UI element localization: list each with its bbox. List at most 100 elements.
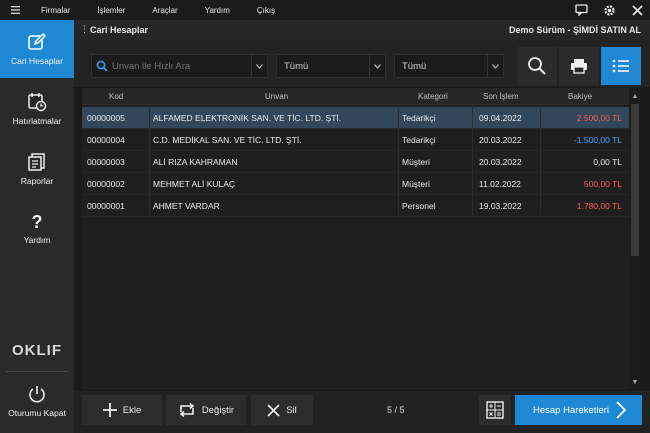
filter-select-2-dropdown[interactable] (487, 55, 503, 77)
sidebar-item-label: Raporlar (20, 176, 54, 186)
cell-kod: 00000001 (87, 201, 125, 211)
cell-unvan: AHMET VARDAR (153, 201, 220, 211)
column-header-unvan[interactable]: Unvan (265, 92, 288, 101)
cell-kategori: Müşteri (402, 157, 430, 167)
table-scrollbar[interactable]: ▲ ▼ (629, 88, 641, 390)
filter-select-1-value: Tümü (284, 61, 309, 72)
menu-cikis[interactable]: Çıkış (257, 6, 275, 15)
table-row[interactable]: 00000002 MEHMET ALİ KULAÇ Müşteri 11.02.… (82, 173, 629, 195)
edit-button[interactable]: Değiştir (166, 395, 246, 425)
calculator-button[interactable] (479, 395, 511, 425)
scroll-down-icon[interactable]: ▼ (629, 376, 641, 388)
cell-son-islem: 20.03.2022 (479, 135, 522, 145)
message-icon[interactable] (574, 3, 588, 17)
cell-kategori: Müşteri (402, 179, 430, 189)
scroll-thumb[interactable] (631, 104, 639, 256)
sidebar-item-cari-hesaplar[interactable]: Cari Hesaplar (0, 20, 74, 78)
table-row[interactable]: 00000001 AHMET VARDAR Personel 19.03.202… (82, 195, 629, 217)
cell-bakiye: 1.780,00 TL (576, 201, 622, 211)
hamburger-menu-icon[interactable] (0, 6, 30, 14)
column-header-bakiye[interactable]: Bakiye (568, 92, 592, 101)
cell-son-islem: 09.04.2022 (479, 113, 522, 123)
scroll-up-icon[interactable]: ▲ (629, 90, 641, 102)
filter-select-2[interactable]: Tümü (394, 54, 504, 78)
delete-button[interactable]: Sil (251, 395, 313, 425)
search-dropdown-button[interactable] (251, 55, 267, 77)
cell-bakiye: 0,00 TL (593, 157, 622, 167)
edit-icon (28, 32, 47, 50)
sidebar-item-label: Hatırlatmalar (12, 116, 62, 126)
sidebar-item-raporlar[interactable]: Raporlar (0, 140, 74, 198)
sidebar: Cari Hesaplar Hatırlatmalar Raporlar ? Y… (0, 20, 74, 433)
calculator-icon (486, 401, 504, 419)
menu-islemler[interactable]: İşlemler (97, 6, 125, 15)
cell-unvan: C.D. MEDİKAL SAN. VE TİC. LTD. ŞTİ. (153, 135, 302, 145)
search-input[interactable] (112, 60, 252, 72)
menu-araclar[interactable]: Araçlar (152, 6, 177, 15)
bottom-bar: Ekle Değiştir Sil 5 / 5 Hesap Hareketler… (74, 391, 650, 433)
search-button[interactable] (517, 47, 557, 85)
cell-son-islem: 20.03.2022 (479, 157, 522, 167)
chevron-down-icon (256, 63, 263, 69)
menu-firmalar[interactable]: Firmalar (41, 6, 70, 15)
logout-button[interactable]: Oturumu Kapat (0, 372, 74, 430)
more-vertical-icon[interactable]: ⋮ (80, 24, 89, 35)
filter-select-1[interactable]: Tümü (276, 54, 386, 78)
sidebar-item-label: Yardım (23, 235, 51, 245)
cell-kod: 00000002 (87, 179, 125, 189)
filter-select-1-dropdown[interactable] (369, 55, 385, 77)
cell-son-islem: 19.03.2022 (479, 201, 522, 211)
cell-kod: 00000003 (87, 157, 125, 167)
cell-kod: 00000004 (87, 135, 125, 145)
sidebar-item-yardim[interactable]: ? Yardım (0, 200, 74, 258)
close-icon (267, 403, 280, 417)
cell-kod: 00000005 (87, 113, 125, 123)
column-divider (398, 105, 399, 215)
settings-gear-icon[interactable] (602, 3, 616, 17)
page-header: ⋮ Cari Hesaplar Demo Sürüm - ŞİMDİ SATIN… (74, 20, 650, 40)
cell-unvan: ALFAMED ELEKTRONİK SAN. VE TİC. LTD. ŞTİ… (153, 113, 342, 123)
list-icon (612, 59, 629, 73)
table-row[interactable]: 00000003 ALİ RIZA KAHRAMAN Müşteri 20.03… (82, 151, 629, 173)
print-button[interactable] (559, 47, 599, 85)
search-icon (92, 60, 112, 72)
cell-kategori: Personel (402, 201, 436, 211)
cell-unvan: ALİ RIZA KAHRAMAN (153, 157, 238, 167)
swap-arrows-icon (179, 403, 195, 417)
account-movements-label: Hesap Hareketleri (533, 404, 610, 416)
search-icon (528, 57, 546, 75)
close-icon[interactable] (630, 3, 644, 17)
chevron-down-icon (492, 63, 499, 69)
table-row[interactable]: 00000005 ALFAMED ELEKTRONİK SAN. VE TİC.… (82, 107, 629, 129)
sidebar-item-label: Cari Hesaplar (11, 56, 63, 66)
chevron-right-icon (616, 401, 626, 419)
accounts-table: Kod Unvan Kategori Son İşlem Bakiye 0000… (82, 88, 629, 390)
menu-yardim[interactable]: Yardım (205, 6, 230, 15)
app-logo: OKLIF (12, 342, 62, 359)
page-title: Cari Hesaplar (90, 25, 149, 35)
printer-icon (571, 59, 587, 74)
question-icon: ? (31, 212, 43, 232)
cell-bakiye: 2.500,00 TL (576, 113, 622, 123)
add-button-label: Ekle (122, 404, 142, 416)
table-row[interactable]: 00000004 C.D. MEDİKAL SAN. VE TİC. LTD. … (82, 129, 629, 151)
list-view-button[interactable] (601, 47, 641, 85)
column-divider (149, 105, 150, 215)
account-movements-button[interactable]: Hesap Hareketleri (515, 395, 642, 425)
search-box (91, 54, 268, 78)
plus-icon (102, 403, 117, 417)
calendar-clock-icon (28, 93, 47, 112)
column-header-kategori[interactable]: Kategori (418, 92, 448, 101)
table-header: Kod Unvan Kategori Son İşlem Bakiye (82, 88, 629, 105)
buy-now-link[interactable]: Demo Sürüm - ŞİMDİ SATIN AL (509, 25, 641, 35)
sidebar-item-hatirlatmalar[interactable]: Hatırlatmalar (0, 80, 74, 138)
cell-kategori: Tedarikçi (402, 135, 436, 145)
column-header-son-islem[interactable]: Son İşlem (483, 92, 519, 101)
cell-son-islem: 11.02.2022 (479, 179, 521, 189)
add-button[interactable]: Ekle (82, 395, 162, 425)
column-header-kod[interactable]: Kod (109, 92, 123, 101)
reports-icon (28, 153, 45, 171)
column-divider (540, 105, 541, 215)
filter-select-2-value: Tümü (402, 61, 427, 72)
delete-button-label: Sil (286, 404, 297, 416)
